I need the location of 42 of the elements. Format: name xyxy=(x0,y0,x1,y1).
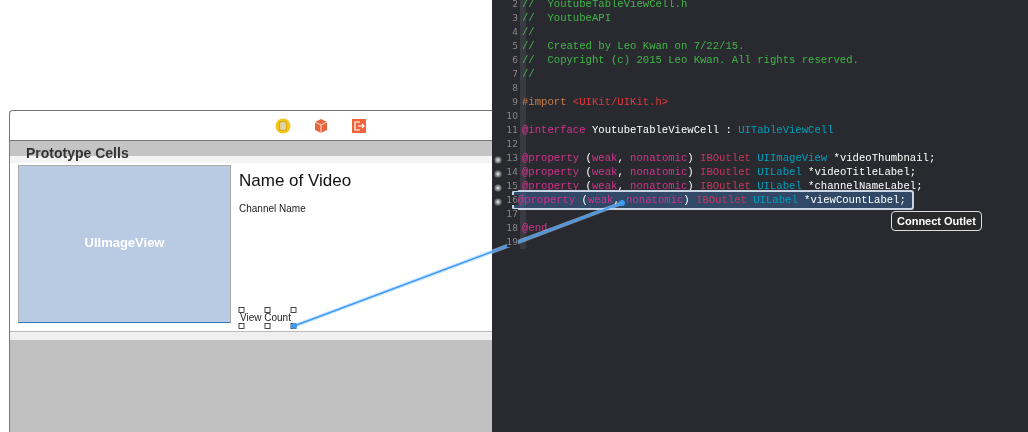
line-number: 2 xyxy=(512,0,518,9)
outlet-connected-icon[interactable] xyxy=(494,170,502,178)
line-number: 11 xyxy=(506,125,518,135)
outlet-connected-icon[interactable] xyxy=(494,184,502,192)
outlet-connected-icon[interactable] xyxy=(494,156,502,164)
code-line: // xyxy=(521,25,536,39)
line-number: 13 xyxy=(506,153,518,163)
line-number: 14 xyxy=(506,167,518,177)
line-number: 6 xyxy=(512,55,518,65)
line-number: 18 xyxy=(506,223,518,233)
code-line: @property (weak, nonatomic) IBOutlet UIImageView *videoThumbnail; xyxy=(521,151,937,165)
line-number: 16 xyxy=(506,195,518,205)
code-line: @property (weak, nonatomic) IBOutlet UILabel *videoTitleLabel; xyxy=(521,165,918,179)
code-line: @end xyxy=(521,221,549,235)
line-number: 10 xyxy=(506,111,518,121)
channel-name-label: Channel Name xyxy=(239,203,307,214)
selection-handles-drawing[interactable] xyxy=(235,307,297,329)
line-number: 5 xyxy=(512,41,518,51)
video-title-label: Name of Video xyxy=(239,171,352,191)
line-number: 3 xyxy=(512,13,518,23)
line-number: 9 xyxy=(512,97,518,107)
line-number: 7 xyxy=(512,69,518,79)
connect-outlet-tooltip: Connect Outlet xyxy=(891,211,982,231)
cube-icon[interactable] xyxy=(313,117,329,134)
code-line: // Copyright (c) 2015 Leo Kwan. All rights reserved. xyxy=(521,53,860,67)
code-line: // Created by Leo Kwan on 7/22/15. xyxy=(521,39,746,53)
code-line: // xyxy=(521,67,536,81)
image-view-label: UIImageView xyxy=(84,235,165,250)
exit-icon[interactable] xyxy=(351,117,367,134)
code-line: #import <UIKit/UIKit.h> xyxy=(521,95,670,109)
outlet-connected-icon[interactable] xyxy=(494,198,502,206)
line-number: 8 xyxy=(512,83,518,93)
code-line: // YoutubeAPI xyxy=(521,11,612,25)
line-number: 17 xyxy=(506,209,518,219)
view-count-label: View Count xyxy=(240,312,291,324)
line-number: 19 xyxy=(506,237,518,247)
line-number: 15 xyxy=(506,181,518,191)
line-number: 4 xyxy=(512,27,518,37)
line-number: 12 xyxy=(506,139,518,149)
code-line: // YoutubeTableViewCell.h xyxy=(521,0,689,11)
section-title: Prototype Cells xyxy=(26,145,129,161)
code-line: @interface YoutubeTableViewCell : UITableViewCell xyxy=(521,123,835,137)
